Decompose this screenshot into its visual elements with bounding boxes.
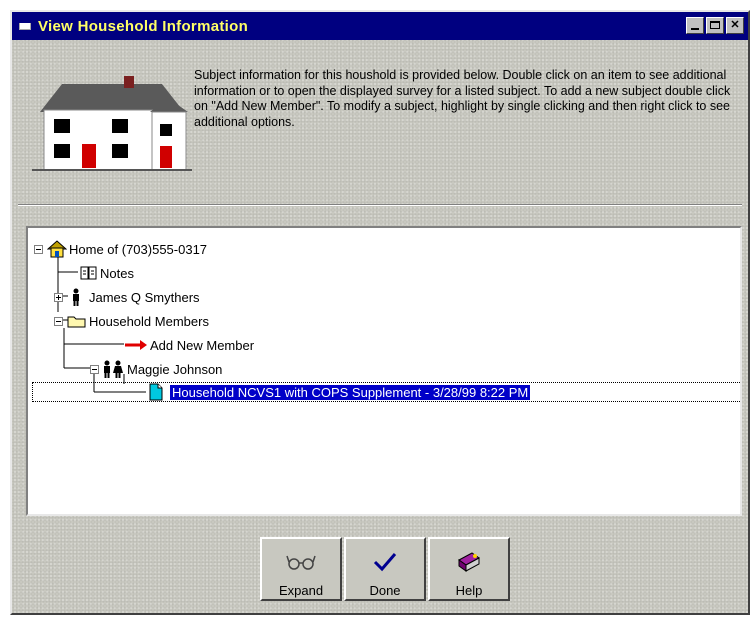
checkmark-icon: [373, 553, 397, 572]
window-title: View Household Information: [38, 17, 249, 35]
collapse-toggle[interactable]: [54, 316, 63, 326]
folder-icon: [67, 316, 86, 328]
help-book-icon: [458, 552, 480, 572]
close-button[interactable]: ✕: [726, 17, 744, 34]
title-bar[interactable]: View Household Information ✕: [12, 12, 748, 40]
book-icon: [80, 266, 97, 280]
household-tree[interactable]: Home of (703)555-0317 Notes James Q Smyt…: [26, 226, 742, 516]
tree-root-label: Home of (703)555-0317: [69, 241, 208, 257]
household-window: View Household Information ✕ Subject inf…: [10, 10, 750, 615]
minimize-button[interactable]: [686, 17, 704, 34]
system-menu-icon[interactable]: [18, 19, 32, 33]
tree-survey-node[interactable]: Household NCVS1 with COPS Supplement - 3…: [148, 383, 531, 401]
document-icon: [149, 383, 163, 401]
expand-button[interactable]: Expand: [260, 537, 342, 601]
tree-member1-node[interactable]: James Q Smythers: [54, 288, 202, 306]
tree-member2-node[interactable]: Maggie Johnson: [90, 360, 224, 378]
done-button[interactable]: Done: [344, 537, 426, 601]
tree-notes-label: Notes: [100, 265, 134, 281]
expand-button-label: Expand: [278, 583, 324, 598]
red-arrow-icon: [125, 340, 147, 350]
help-button[interactable]: Help: [428, 537, 510, 601]
instructions-text: Subject information for this houshold is…: [194, 68, 731, 129]
expand-toggle[interactable]: [54, 292, 63, 302]
glasses-icon: [286, 555, 316, 570]
maximize-button[interactable]: [706, 17, 724, 34]
tree-root-node[interactable]: Home of (703)555-0317: [34, 240, 209, 258]
house-icon: [47, 240, 67, 258]
tree-survey-label: Household NCVS1 with COPS Supplement - 3…: [170, 384, 531, 400]
collapse-toggle[interactable]: [90, 364, 99, 374]
tree-member1-label: James Q Smythers: [89, 289, 200, 305]
tree-household-members-node[interactable]: Household Members: [54, 312, 211, 330]
tree-notes-node[interactable]: Notes: [80, 264, 136, 282]
tree-member2-label: Maggie Johnson: [127, 361, 223, 377]
house-illustration: [32, 76, 192, 171]
person-icon: [73, 288, 79, 306]
tree-add-member-node[interactable]: Add New Member: [124, 336, 256, 354]
people-icon: [104, 360, 123, 378]
help-button-label: Help: [455, 583, 483, 598]
tree-household-members-label: Household Members: [89, 313, 209, 329]
collapse-toggle[interactable]: [34, 244, 43, 254]
tree-add-member-label: Add New Member: [150, 337, 255, 353]
divider: [18, 204, 742, 206]
done-button-label: Done: [369, 583, 401, 598]
